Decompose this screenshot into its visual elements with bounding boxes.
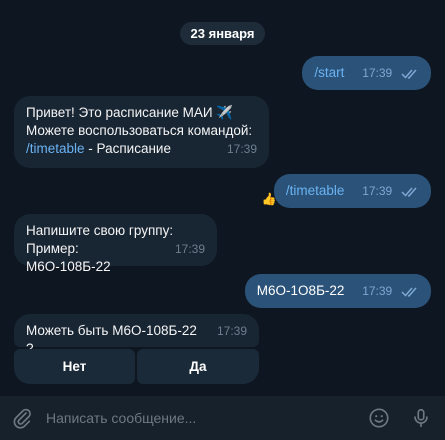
paperclip-icon[interactable] [10, 406, 34, 430]
message-input[interactable]: Написать сообщение... [46, 410, 367, 426]
timetable-link[interactable]: /timetable [26, 140, 85, 158]
keyboard-button-no[interactable]: Нет [14, 349, 135, 384]
message-incoming[interactable]: Напишите свою группу: Пример: М6О-108Б-2… [14, 214, 217, 274]
example-text: Пример: М6О-108Б-22 [26, 241, 111, 274]
message-line: Напишите свою группу: [26, 223, 174, 238]
double-check-icon [401, 68, 419, 79]
message-incoming[interactable]: Привет! Это расписание МАИ ✈️ Можете вос… [14, 96, 269, 168]
message-input-bar: Написать сообщение... [0, 396, 445, 440]
message-outgoing[interactable]: /timetable 17:39 [273, 174, 431, 208]
smile-icon[interactable] [367, 406, 391, 430]
keyboard-button-yes[interactable]: Да [137, 349, 259, 384]
double-check-icon [401, 186, 419, 197]
message-line: Пример: М6О-108Б-22 17:39 [26, 240, 205, 276]
message-time: 17:39 [362, 66, 393, 80]
message-outgoing[interactable]: /start 17:39 [302, 56, 431, 90]
message-text: М6О-1О8Б-22 [256, 283, 345, 298]
message-time: 17:39 [362, 184, 393, 198]
link-description: - Расписание [84, 141, 171, 156]
message-outgoing[interactable]: М6О-1О8Б-22 17:39 [244, 274, 431, 308]
command-link[interactable]: /timetable [286, 183, 345, 198]
message-time: 17:39 [362, 284, 393, 298]
double-check-icon [401, 286, 419, 297]
message-line: Привет! Это расписание МАИ ✈️ [26, 105, 234, 120]
message-time: 17:39 [216, 324, 247, 338]
message-line: /timetable - Расписание 17:39 [26, 140, 257, 158]
message-time: 17:39 [226, 142, 257, 156]
microphone-icon[interactable] [409, 406, 433, 430]
command-link[interactable]: /start [314, 65, 344, 80]
message-time: 17:39 [174, 242, 205, 256]
message-incoming[interactable]: Можеть быть М6О-108Б-22 ? 17:39 [14, 314, 259, 356]
message-line: Можете воспользоваться командой: [26, 123, 253, 138]
chat-area: 23 января /start 17:39 Привет! Это распи… [0, 0, 445, 396]
date-separator: 23 января [179, 22, 266, 45]
